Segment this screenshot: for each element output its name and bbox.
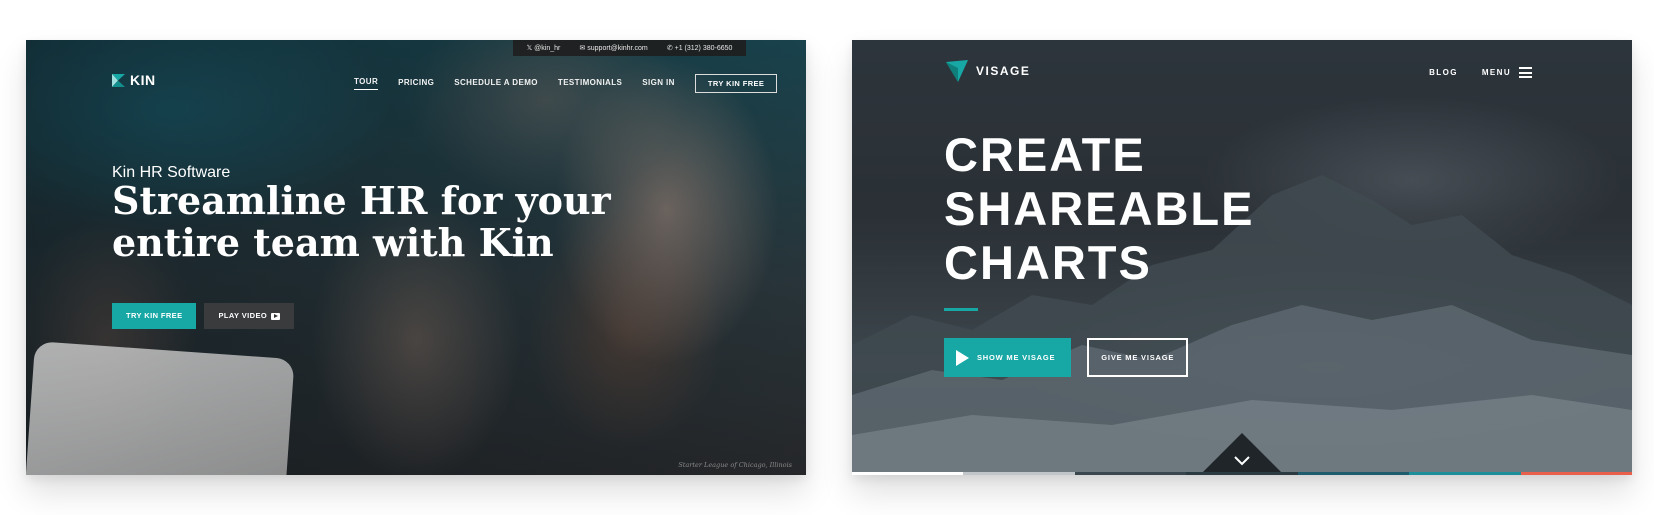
strip-segment [1186, 472, 1298, 475]
color-strip [852, 472, 1632, 475]
nav-testimonials[interactable]: TESTIMONIALS [558, 78, 622, 90]
twitter-handle: @kin_hr [534, 45, 561, 52]
play-video-label: PLAY VIDEO [218, 311, 268, 320]
youtube-play-icon [271, 312, 281, 320]
menu-label: MENU [1481, 68, 1511, 77]
strip-segment [1409, 472, 1521, 475]
visage-cta-row: SHOW ME VISAGE GIVE ME VISAGE [944, 338, 1189, 377]
try-kin-free-button[interactable]: TRY KIN FREE [112, 303, 197, 329]
kin-headline-line-1: Streamline HR for your [112, 178, 611, 223]
visage-headline-line-3: CHARTS [944, 236, 1152, 289]
strip-segment [1074, 472, 1187, 475]
play-video-button[interactable]: PLAY VIDEO [204, 303, 295, 329]
visage-logo-text: VISAGE [976, 64, 1031, 78]
kin-logo-text: KIN [130, 72, 156, 88]
scroll-down-button[interactable] [1202, 433, 1282, 473]
kin-cta-row: TRY KIN FREE PLAY VIDEO [112, 303, 295, 329]
phone-number: +1 (312) 380-6650 [674, 45, 733, 52]
nav-tour[interactable]: TOUR [354, 77, 379, 90]
strip-segment [1297, 472, 1410, 475]
kin-main-nav: TOUR PRICING SCHEDULE A DEMO TESTIMONIAL… [354, 74, 778, 93]
visage-headline-line-1: CREATE [944, 128, 1146, 181]
visage-nav: BLOG MENU [1429, 67, 1532, 78]
email-link[interactable]: ✉ support@kinhr.com [579, 44, 647, 52]
strip-segment [852, 472, 964, 475]
kin-headline-line-2: entire team with Kin [112, 220, 554, 265]
strip-segment [1520, 472, 1632, 475]
kin-logo[interactable]: KIN [112, 72, 156, 88]
nav-blog[interactable]: BLOG [1429, 68, 1458, 77]
nav-pricing[interactable]: PRICING [398, 78, 434, 90]
contact-bar: 𝕏 @kin_hr ✉ support@kinhr.com ✆ +1 (312)… [513, 40, 746, 56]
support-email: support@kinhr.com [587, 45, 648, 52]
strip-segment [963, 472, 1075, 475]
play-icon [956, 349, 969, 366]
visage-headline: CREATE SHAREABLE CHARTS [944, 128, 1254, 290]
phone-link[interactable]: ✆ +1 (312) 380-6650 [667, 44, 733, 52]
photo-credit: Starter League of Chicago, Illinois [678, 461, 792, 469]
nav-schedule-demo[interactable]: SCHEDULE A DEMO [454, 78, 538, 90]
give-me-visage-button[interactable]: GIVE ME VISAGE [1087, 338, 1189, 377]
headline-accent-rule [944, 308, 978, 311]
kin-headline: Streamline HR for your entire team with … [112, 180, 632, 264]
nav-try-free-button[interactable]: TRY KIN FREE [694, 74, 778, 93]
kin-logo-icon [112, 73, 125, 87]
hamburger-icon [1519, 67, 1532, 78]
show-me-visage-button[interactable]: SHOW ME VISAGE [944, 338, 1072, 377]
show-me-visage-label: SHOW ME VISAGE [977, 353, 1056, 362]
twitter-link[interactable]: 𝕏 @kin_hr [527, 44, 561, 52]
visage-headline-line-2: SHAREABLE [944, 182, 1255, 235]
visage-hero-panel: VISAGE BLOG MENU CREATE SHAREABLE CHARTS… [852, 40, 1632, 475]
visage-logo-icon [946, 60, 968, 82]
visage-logo[interactable]: VISAGE [944, 58, 1030, 84]
nav-sign-in[interactable]: SIGN IN [642, 78, 675, 90]
menu-button[interactable]: MENU [1482, 67, 1532, 78]
kin-hero-panel: 𝕏 @kin_hr ✉ support@kinhr.com ✆ +1 (312)… [26, 40, 806, 475]
